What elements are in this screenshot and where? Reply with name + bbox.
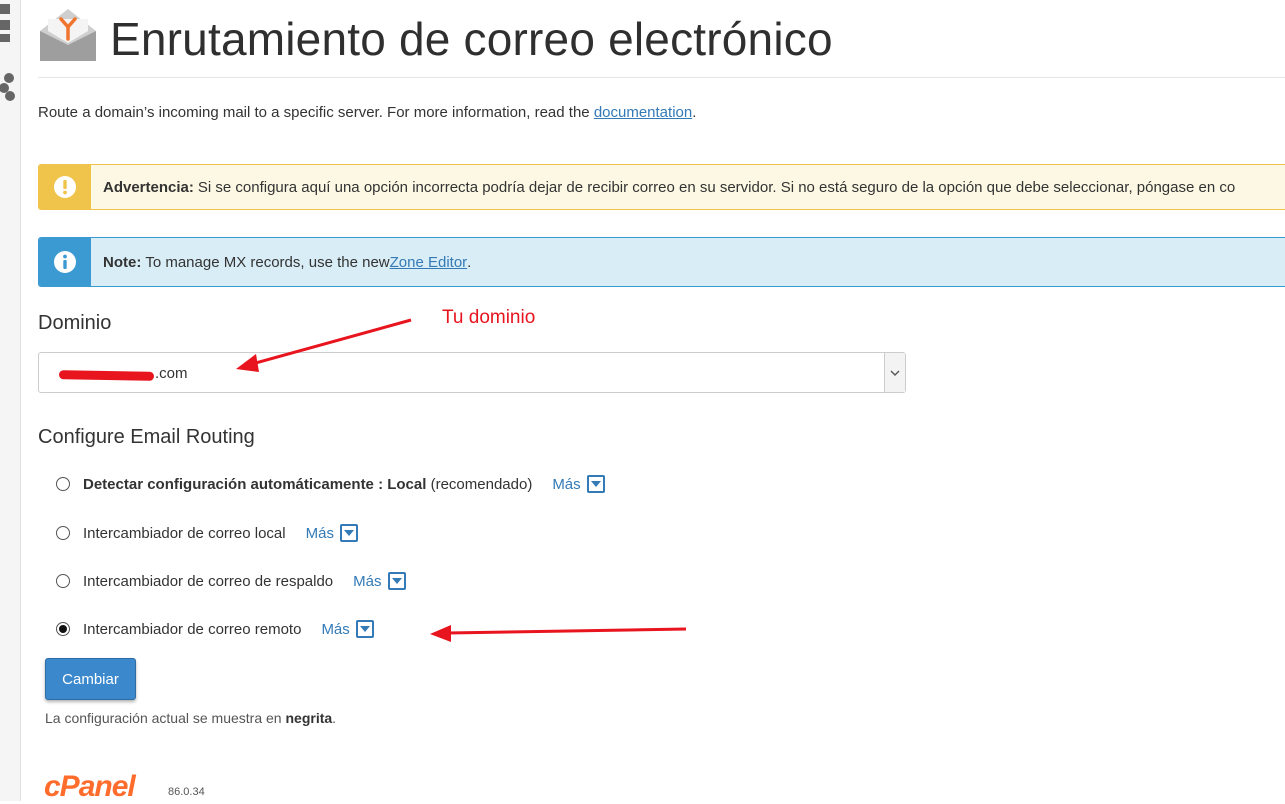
- annotation-arrows: [236, 318, 687, 642]
- arrow-to-remote: [430, 625, 687, 642]
- arrow-to-domain: [236, 318, 412, 372]
